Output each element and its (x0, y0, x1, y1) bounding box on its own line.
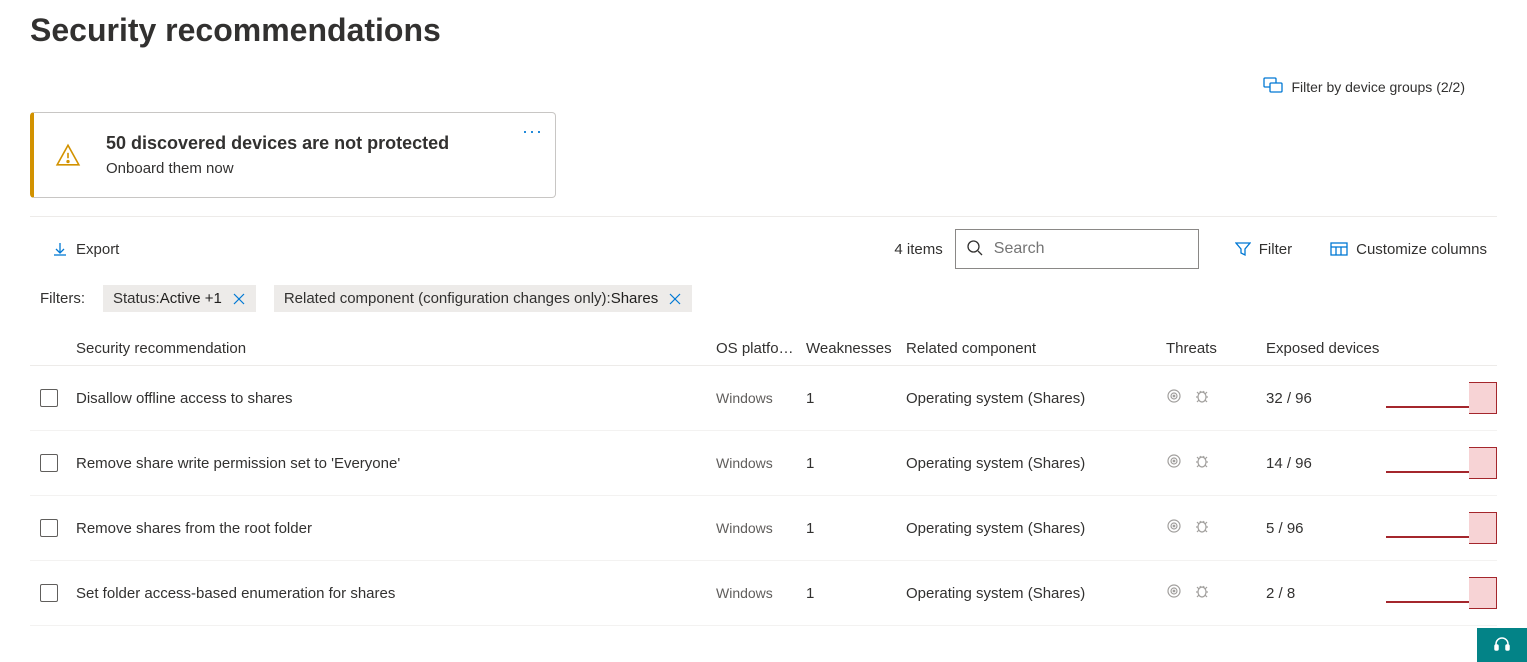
table-row[interactable]: Remove shares from the root folder Windo… (30, 496, 1497, 561)
alert-card[interactable]: ··· 50 discovered devices are not protec… (30, 112, 556, 198)
table-row[interactable]: Disallow offline access to shares Window… (30, 366, 1497, 431)
search-icon (966, 239, 984, 260)
row-os: Windows (716, 390, 806, 406)
alert-subtitle: Onboard them now (106, 160, 449, 177)
row-recommendation: Remove shares from the root folder (76, 520, 716, 537)
row-exposed: 32 / 96 (1266, 390, 1386, 407)
more-icon[interactable]: ··· (522, 121, 543, 142)
search-input[interactable] (994, 240, 1188, 258)
chip-value: Shares (611, 290, 659, 307)
table-row[interactable]: Set folder access-based enumeration for … (30, 561, 1497, 626)
sparkline (1386, 382, 1497, 414)
sparkline (1386, 447, 1497, 479)
col-related-component[interactable]: Related component (906, 340, 1166, 357)
row-exposed: 2 / 8 (1266, 585, 1386, 602)
target-icon (1166, 583, 1182, 603)
page-title: Security recommendations (30, 0, 1497, 49)
chip-label: Status: (113, 290, 160, 307)
close-icon[interactable] (668, 292, 682, 306)
close-icon[interactable] (232, 292, 246, 306)
warning-icon (54, 141, 82, 169)
bug-icon (1194, 583, 1210, 603)
col-exposed-devices[interactable]: Exposed devices (1266, 340, 1386, 357)
row-checkbox[interactable] (40, 454, 58, 472)
table-row[interactable]: Remove share write permission set to 'Ev… (30, 431, 1497, 496)
bug-icon (1194, 388, 1210, 408)
row-threats (1166, 388, 1266, 408)
export-button[interactable]: Export (42, 235, 129, 264)
headset-icon (1492, 634, 1512, 657)
filter-label: Filter (1259, 241, 1292, 258)
sparkline (1386, 577, 1497, 609)
row-exposed: 14 / 96 (1266, 455, 1386, 472)
row-checkbox[interactable] (40, 389, 58, 407)
filter-chips-row: Filters: Status: Active +1 Related compo… (30, 285, 1497, 312)
col-os-platform[interactable]: OS platfo… (716, 340, 806, 357)
filter-chip-status[interactable]: Status: Active +1 (103, 285, 256, 312)
sparkline (1386, 512, 1497, 544)
row-recommendation: Set folder access-based enumeration for … (76, 585, 716, 602)
row-related-component: Operating system (Shares) (906, 520, 1166, 537)
items-count: 4 items (894, 241, 942, 258)
table-header: Security recommendation OS platfo… Weakn… (30, 332, 1497, 366)
row-threats (1166, 583, 1266, 603)
filter-icon (1235, 241, 1251, 257)
filter-button[interactable]: Filter (1225, 235, 1302, 264)
toolbar: Export 4 items Filter (30, 229, 1497, 269)
bug-icon (1194, 518, 1210, 538)
chip-value: Active +1 (160, 290, 222, 307)
col-weaknesses[interactable]: Weaknesses (806, 340, 906, 357)
download-icon (52, 241, 68, 257)
bug-icon (1194, 453, 1210, 473)
row-related-component: Operating system (Shares) (906, 390, 1166, 407)
row-related-component: Operating system (Shares) (906, 585, 1166, 602)
alert-title: 50 discovered devices are not protected (106, 133, 449, 154)
customize-columns-button[interactable]: Customize columns (1320, 235, 1497, 264)
row-exposed: 5 / 96 (1266, 520, 1386, 537)
feedback-fab[interactable] (1477, 628, 1527, 662)
row-os: Windows (716, 520, 806, 536)
row-checkbox[interactable] (40, 519, 58, 537)
search-box[interactable] (955, 229, 1199, 269)
divider (30, 216, 1497, 217)
filter-by-device-groups[interactable]: Filter by device groups (2/2) (30, 77, 1497, 96)
chip-label: Related component (configuration changes… (284, 290, 611, 307)
row-weaknesses: 1 (806, 390, 906, 407)
filters-label: Filters: (40, 290, 85, 307)
row-os: Windows (716, 585, 806, 601)
row-related-component: Operating system (Shares) (906, 455, 1166, 472)
customize-columns-label: Customize columns (1356, 241, 1487, 258)
row-weaknesses: 1 (806, 455, 906, 472)
columns-icon (1330, 241, 1348, 257)
col-threats[interactable]: Threats (1166, 340, 1266, 357)
row-weaknesses: 1 (806, 520, 906, 537)
row-recommendation: Remove share write permission set to 'Ev… (76, 455, 716, 472)
row-checkbox[interactable] (40, 584, 58, 602)
row-os: Windows (716, 455, 806, 471)
row-recommendation: Disallow offline access to shares (76, 390, 716, 407)
device-groups-icon (1263, 77, 1283, 96)
target-icon (1166, 518, 1182, 538)
row-threats (1166, 518, 1266, 538)
filter-chip-related-component[interactable]: Related component (configuration changes… (274, 285, 692, 312)
row-weaknesses: 1 (806, 585, 906, 602)
export-label: Export (76, 241, 119, 258)
target-icon (1166, 453, 1182, 473)
col-recommendation[interactable]: Security recommendation (76, 340, 716, 357)
filter-by-device-groups-label: Filter by device groups (2/2) (1291, 79, 1465, 95)
row-threats (1166, 453, 1266, 473)
target-icon (1166, 388, 1182, 408)
